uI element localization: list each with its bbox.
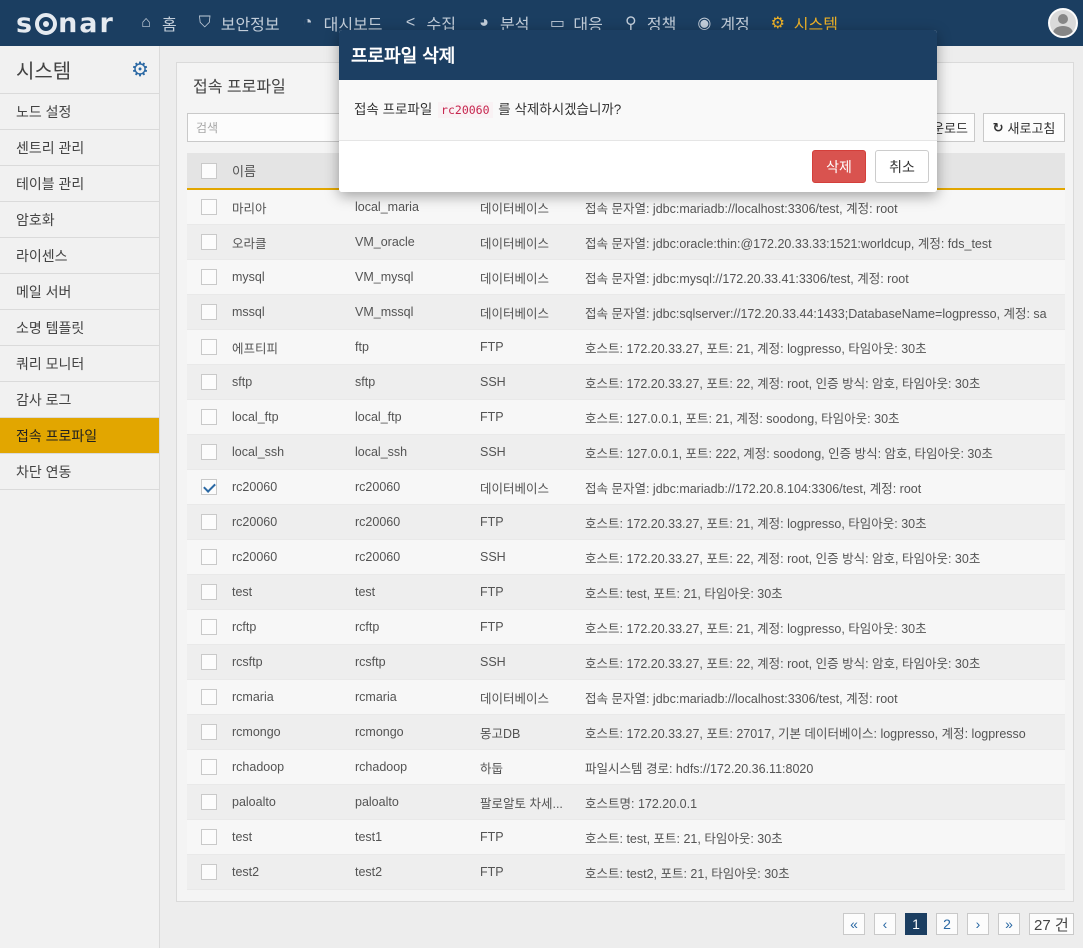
delete-profile-dialog: 프로파일 삭제 접속 프로파일 rc20060 를 삭제하시겠습니까? 삭제 취… [339, 30, 937, 192]
target-profile-name: rc20060 [438, 102, 493, 118]
message-suffix: 를 삭제하시겠습니까? [498, 102, 622, 117]
delete-button[interactable]: 삭제 [812, 150, 866, 183]
dialog-message: 접속 프로파일 rc20060 를 삭제하시겠습니까? [339, 80, 937, 141]
cancel-button[interactable]: 취소 [875, 150, 929, 183]
dialog-title: 프로파일 삭제 [339, 30, 937, 80]
message-prefix: 접속 프로파일 [354, 102, 433, 117]
dialog-footer: 삭제 취소 [339, 141, 937, 192]
